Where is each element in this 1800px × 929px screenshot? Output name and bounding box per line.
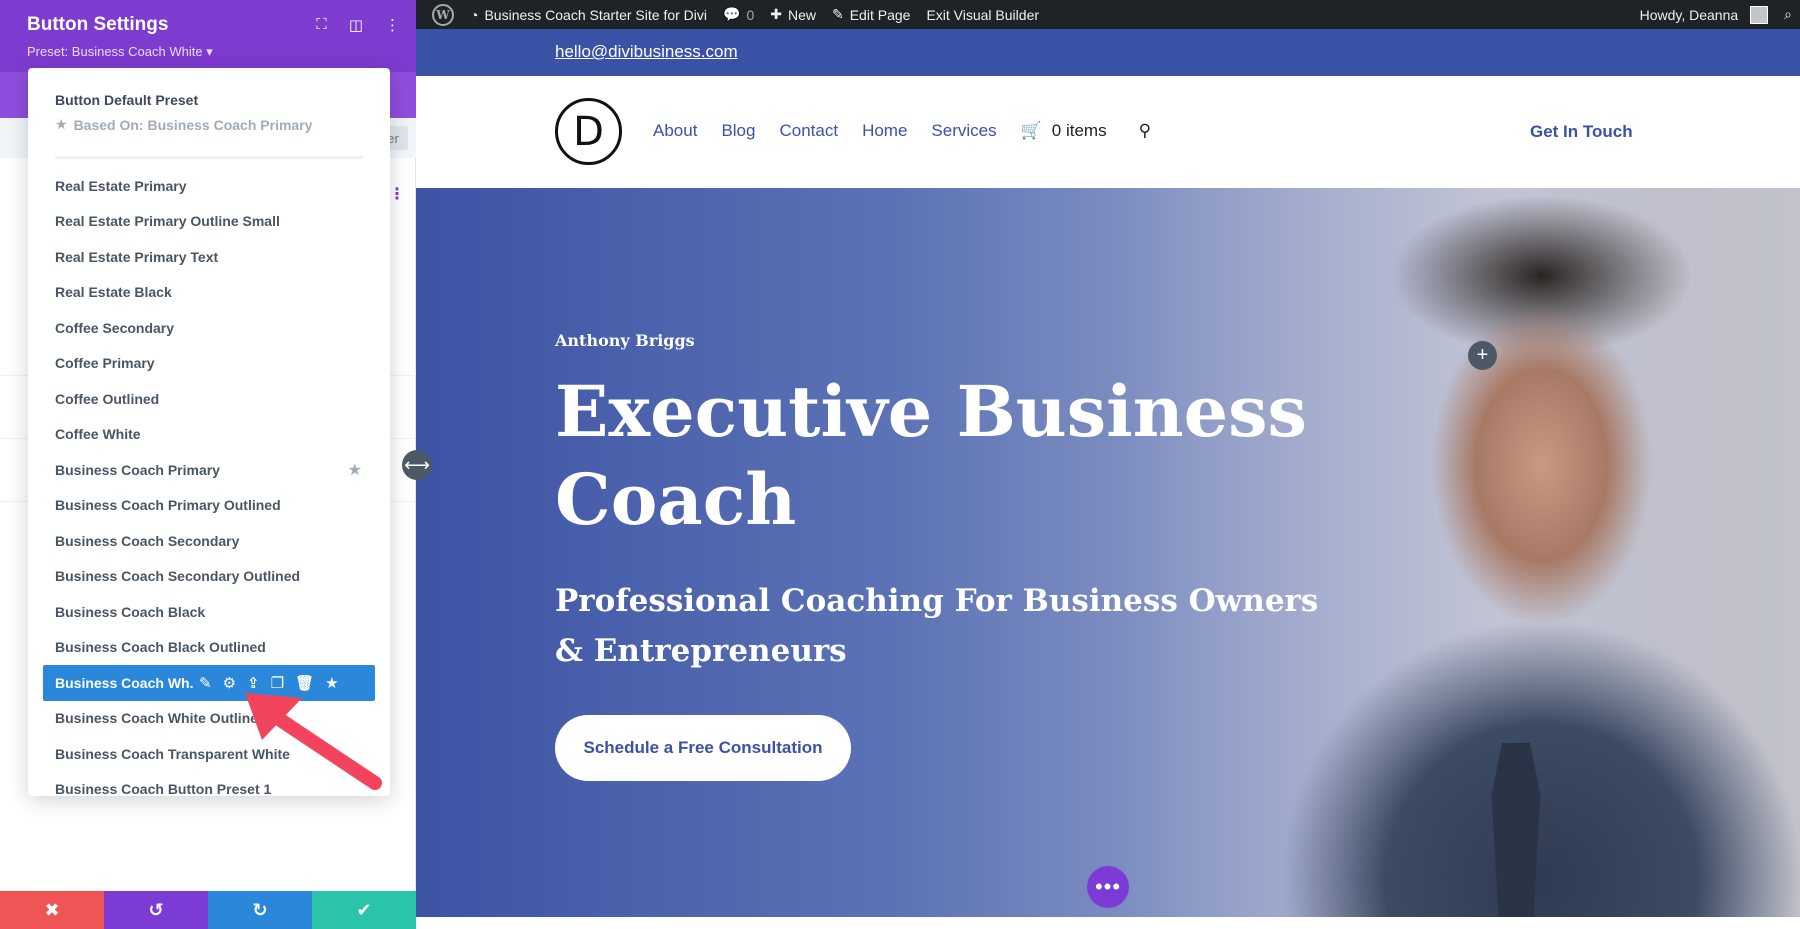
- hero-subtitle: Professional Coaching For Business Owner…: [555, 583, 1319, 669]
- site-top-bar: hello@divibusiness.com: [416, 29, 1800, 76]
- account-menu[interactable]: Howdy, Deanna: [1632, 0, 1777, 29]
- split-view-icon[interactable]: ◫: [349, 16, 363, 34]
- hero-title: Executive Business Coach: [555, 370, 1307, 541]
- avatar: [1750, 5, 1769, 24]
- check-icon: ✔: [356, 899, 372, 920]
- redo-icon: ↻: [252, 899, 268, 920]
- cart-icon: 🛒: [1020, 121, 1042, 140]
- preset-item[interactable]: Business Coach Secondary: [28, 523, 390, 559]
- site-name-link[interactable]: ◔ Business Coach Starter Site for Divi: [462, 0, 715, 29]
- wordpress-menu[interactable]: W: [416, 0, 462, 29]
- schedule-consultation-button[interactable]: Schedule a Free Consultation: [555, 715, 851, 781]
- preset-item[interactable]: Coffee Secondary: [28, 310, 390, 346]
- edit-icon[interactable]: ✎: [199, 674, 212, 692]
- horizontal-arrows-icon: ⟷: [404, 454, 430, 475]
- gear-icon[interactable]: ⚙: [223, 674, 236, 692]
- preset-item[interactable]: Coffee White: [28, 417, 390, 453]
- hero-section: Anthony Briggs Executive Business Coach …: [416, 188, 1800, 917]
- nav-item-blog[interactable]: Blog: [721, 121, 755, 141]
- based-on-text: Based On: Business Coach Primary: [73, 116, 313, 133]
- preset-item[interactable]: Business Coach Black: [28, 594, 390, 630]
- annotation-arrow: [245, 693, 382, 790]
- next-section-edge: [416, 917, 1800, 929]
- preset-item[interactable]: Coffee Primary: [28, 346, 390, 382]
- coach-portrait-image: [1120, 188, 1800, 917]
- search-icon: ⌕: [1784, 6, 1792, 22]
- coach-name: Anthony Briggs: [555, 331, 695, 350]
- email-link[interactable]: hello@divibusiness.com: [555, 42, 738, 62]
- fullscreen-icon[interactable]: ⛶: [316, 16, 327, 34]
- dashboard-icon: ◔: [470, 6, 479, 23]
- comments-link[interactable]: 💬 0: [715, 0, 762, 29]
- preset-item[interactable]: Business Coach Primary Outlined: [28, 488, 390, 524]
- get-in-touch-link[interactable]: Get In Touch: [1530, 122, 1633, 142]
- admin-search-button[interactable]: ⌕: [1776, 0, 1800, 29]
- preset-item[interactable]: Business Coach Black Outlined: [28, 630, 390, 666]
- close-button[interactable]: ✖: [0, 891, 104, 929]
- preset-dropdown: Button Default Preset ★ Based On: Busine…: [28, 68, 390, 796]
- panel-footer: ✖ ↺ ↻ ✔: [0, 891, 416, 929]
- kebab-menu-icon[interactable]: ⋮: [385, 16, 400, 34]
- panel-resize-handle[interactable]: ⟷: [402, 450, 432, 480]
- pencil-icon: ✎: [831, 6, 844, 22]
- save-button[interactable]: ✔: [312, 891, 416, 929]
- star-icon: ★: [347, 461, 362, 479]
- preset-item[interactable]: Coffee Outlined: [28, 381, 390, 417]
- builder-menu-dots-icon[interactable]: •••: [1087, 866, 1129, 908]
- panel-title: Button Settings: [27, 14, 169, 35]
- comment-icon: 💬: [723, 6, 741, 22]
- preset-item[interactable]: Business Coach Secondary Outlined: [28, 559, 390, 595]
- preset-item[interactable]: Real Estate Primary Text: [28, 239, 390, 275]
- howdy-label: Howdy, Deanna: [1639, 6, 1739, 23]
- exit-builder-label: Exit Visual Builder: [926, 6, 1040, 23]
- star-icon: ★: [55, 116, 68, 132]
- default-preset-item[interactable]: Button Default Preset: [55, 92, 198, 108]
- search-icon[interactable]: ⚲: [1139, 121, 1151, 141]
- panel-header-icons: ⛶ ◫ ⋮: [316, 16, 400, 34]
- undo-button[interactable]: ↺: [104, 891, 208, 929]
- comments-count: 0: [746, 6, 755, 23]
- option-kebab-icon[interactable]: ⋮: [389, 184, 405, 204]
- nav-item-about[interactable]: About: [653, 121, 697, 141]
- preset-item[interactable]: Real Estate Primary Outline Small: [28, 204, 390, 240]
- nav-item-home[interactable]: Home: [862, 121, 907, 141]
- main-navigation: About Blog Contact Home Services 🛒 0 ite…: [653, 121, 1151, 141]
- exit-visual-builder-link[interactable]: Exit Visual Builder: [918, 0, 1047, 29]
- nav-item-services[interactable]: Services: [931, 121, 996, 141]
- site-header: D About Blog Contact Home Services 🛒 0 i…: [416, 76, 1800, 188]
- add-module-plus-icon[interactable]: +: [1468, 341, 1497, 370]
- wp-admin-bar: W ◔ Business Coach Starter Site for Divi…: [416, 0, 1800, 29]
- panel-header: Button Settings Preset: Business Coach W…: [0, 0, 416, 72]
- cart-count: 0 items: [1051, 121, 1107, 140]
- preset-selector[interactable]: Preset: Business Coach White ▾: [27, 44, 213, 60]
- site-logo[interactable]: D: [555, 98, 622, 165]
- divider: [55, 156, 363, 159]
- close-icon: ✖: [44, 899, 60, 920]
- undo-icon: ↺: [148, 899, 164, 920]
- edit-page-label: Edit Page: [849, 6, 911, 23]
- active-preset-label: Business Coach Wh...: [55, 674, 193, 691]
- arrow-shaft: [263, 706, 382, 790]
- edit-page-link[interactable]: ✎ Edit Page: [824, 0, 918, 29]
- preset-item-global[interactable]: Business Coach Primary ★: [28, 452, 390, 488]
- redo-button[interactable]: ↻: [208, 891, 312, 929]
- cart-link[interactable]: 🛒 0 items: [1021, 121, 1107, 141]
- wordpress-logo-icon: W: [432, 3, 454, 26]
- preset-item[interactable]: Real Estate Primary: [28, 168, 390, 204]
- site-name-label: Business Coach Starter Site for Divi: [484, 6, 707, 23]
- new-label: New: [787, 6, 816, 23]
- nav-item-contact[interactable]: Contact: [779, 121, 838, 141]
- plus-icon: ✚: [770, 6, 782, 22]
- based-on-label: ★ Based On: Business Coach Primary: [55, 116, 312, 133]
- preset-item-label: Business Coach Primary: [55, 461, 220, 478]
- new-content-link[interactable]: ✚ New: [762, 0, 824, 29]
- preset-item[interactable]: Real Estate Black: [28, 275, 390, 311]
